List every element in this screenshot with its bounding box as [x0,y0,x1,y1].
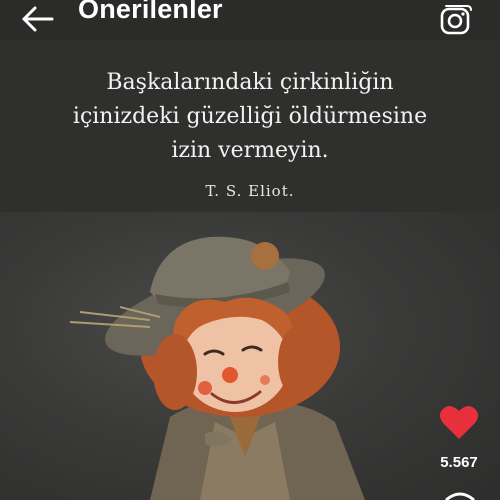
top-bar: Önerilenler [0,0,500,40]
back-button[interactable] [18,3,58,35]
camera-icon [440,5,472,35]
quote-line: izin vermeyin. [171,138,329,163]
like-count: 5.567 [440,454,478,471]
post-image[interactable] [0,212,500,500]
clown-child-illustration [69,236,365,500]
arrow-left-icon [22,6,54,32]
quote-line: Başkalarındaki çirkinliğin [106,70,394,95]
comment-icon[interactable] [440,492,480,500]
heart-icon [440,405,478,439]
quote-author: T. S. Eliot. [205,182,295,200]
quote-panel: Başkalarındaki çirkinliğin içinizdeki gü… [0,40,500,212]
quote-text: Başkalarındaki çirkinliğin içinizdeki gü… [0,66,500,168]
camera-button[interactable] [437,3,475,37]
page-title: Önerilenler [78,0,223,24]
like-button[interactable] [438,402,480,442]
quote-line: içinizdeki güzelliği öldürmesine [72,104,428,129]
